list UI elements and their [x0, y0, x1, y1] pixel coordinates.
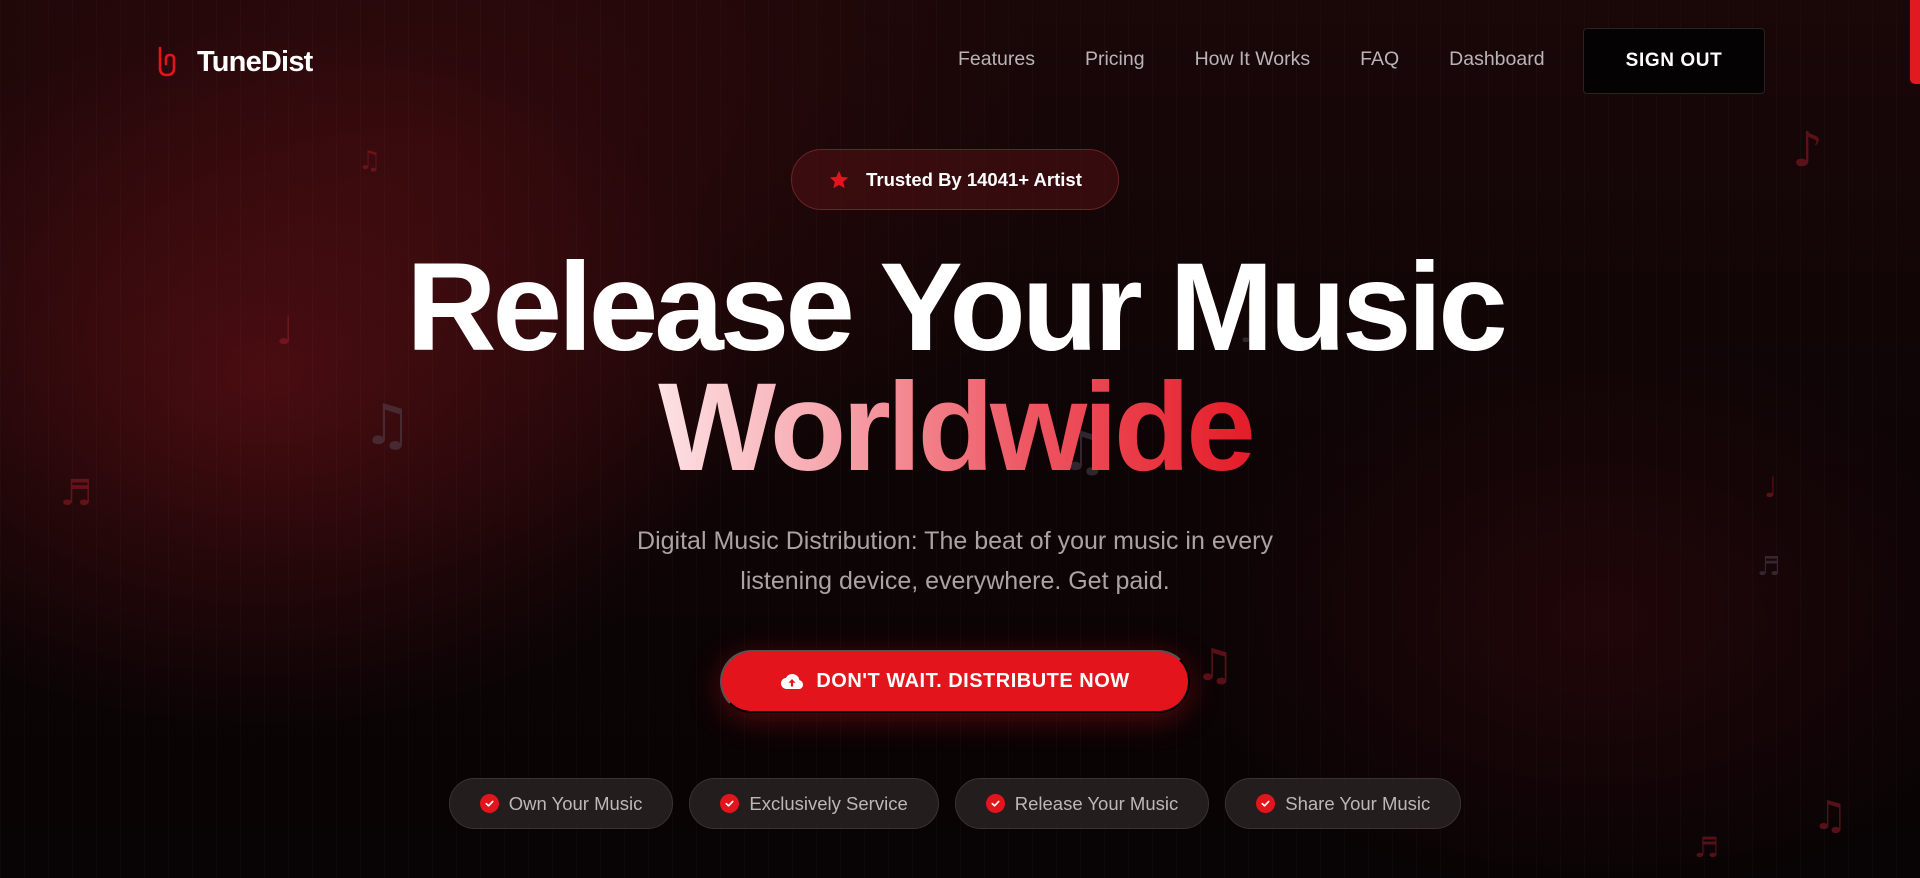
- nav-link-pricing[interactable]: Pricing: [1085, 48, 1145, 71]
- scrollbar-thumb[interactable]: [1910, 0, 1920, 84]
- sign-out-button[interactable]: SIGN OUT: [1583, 28, 1765, 94]
- feature-pill-label: Share Your Music: [1285, 792, 1431, 814]
- distribute-now-label: DON'T WAIT. DISTRIBUTE NOW: [816, 670, 1130, 692]
- brand-name: TuneDist: [197, 45, 313, 78]
- feature-pill-label: Release Your Music: [1014, 792, 1179, 814]
- hero-subtitle: Digital Music Distribution: The beat of …: [0, 521, 1910, 601]
- music-note-icon: ♬: [1694, 831, 1720, 864]
- distribute-now-button[interactable]: DON'T WAIT. DISTRIBUTE NOW: [720, 650, 1190, 713]
- cloud-upload-icon: [781, 673, 804, 689]
- nav-link-faq[interactable]: FAQ: [1360, 48, 1399, 71]
- nav-links: Features Pricing How It Works FAQ Dashbo…: [958, 48, 1545, 71]
- check-circle-icon: [1256, 794, 1276, 813]
- feature-pill-label: Own Your Music: [508, 792, 643, 814]
- feature-pill-own-your-music: Own Your Music: [448, 778, 674, 829]
- subtitle-line-2: listening device, everywhere. Get paid.: [740, 567, 1170, 595]
- feature-pill-share-your-music: Share Your Music: [1225, 778, 1462, 829]
- music-note-icon: ♫: [1195, 640, 1235, 691]
- top-navbar: TuneDist Features Pricing How It Works F…: [0, 0, 1920, 122]
- music-note-icon: ♪: [1792, 122, 1823, 178]
- feature-pill-exclusively-service: Exclusively Service: [689, 778, 939, 829]
- nav-link-features[interactable]: Features: [958, 48, 1035, 71]
- feature-pill-release-your-music: Release Your Music: [954, 778, 1210, 829]
- subtitle-line-1: Digital Music Distribution: The beat of …: [637, 527, 1273, 555]
- nav-link-how-it-works[interactable]: How It Works: [1195, 48, 1311, 71]
- star-icon: [829, 170, 849, 188]
- tunedist-logo-icon: [158, 46, 176, 77]
- trusted-badge: Trusted By 14041+ Artist: [791, 149, 1119, 210]
- nav-link-dashboard[interactable]: Dashboard: [1449, 48, 1544, 71]
- music-note-icon: ♫: [358, 146, 382, 176]
- headline-line-2: Worldwide: [658, 358, 1256, 497]
- trusted-badge-text: Trusted By 14041+ Artist: [866, 168, 1082, 190]
- check-circle-icon: [985, 794, 1005, 813]
- feature-pills: Own Your Music Exclusively Service Relea…: [0, 778, 1910, 829]
- check-circle-icon: [479, 794, 499, 813]
- feature-pill-label: Exclusively Service: [749, 792, 908, 814]
- headline-line-1: Release Your Music: [406, 238, 1508, 377]
- brand-logo[interactable]: TuneDist: [155, 44, 313, 80]
- check-circle-icon: [720, 794, 740, 813]
- hero-headline: Release Your Music Worldwide: [0, 238, 1910, 497]
